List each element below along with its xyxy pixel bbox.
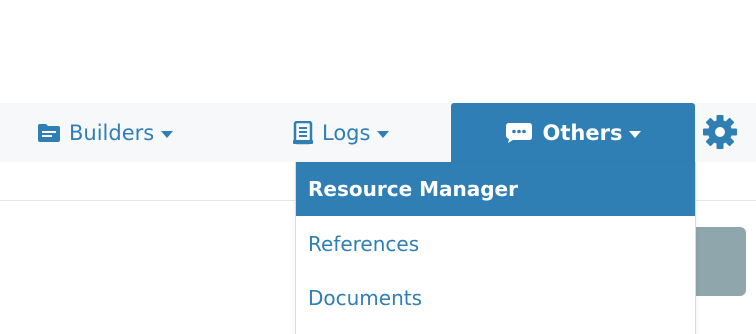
chevron-down-icon [161, 130, 174, 138]
nav-others-label: Others [542, 120, 623, 145]
page: Builders Logs Others Resource Manager Re… [0, 0, 756, 334]
document-icon [37, 123, 61, 143]
chevron-down-icon [377, 130, 390, 138]
menu-item-resource-manager[interactable]: Resource Manager [296, 162, 695, 216]
menu-item-label: Resource Manager [308, 177, 518, 201]
menu-item-documents[interactable]: Documents [296, 271, 695, 325]
others-dropdown-menu: Resource Manager References Documents [295, 162, 696, 334]
comment-dots-icon [505, 122, 533, 144]
background-button [690, 227, 746, 296]
top-navbar: Builders Logs Others [0, 103, 756, 162]
scroll-icon [292, 120, 314, 145]
nav-logs[interactable]: Logs [292, 103, 390, 162]
menu-item-label: References [308, 232, 420, 256]
nav-others[interactable]: Others [451, 103, 695, 162]
settings-button[interactable] [702, 114, 738, 150]
nav-logs-label: Logs [322, 120, 371, 145]
menu-item-label: Documents [308, 286, 423, 310]
gear-icon [702, 114, 738, 150]
menu-item-references[interactable]: References [296, 217, 695, 271]
nav-builders-label: Builders [69, 120, 155, 145]
nav-builders[interactable]: Builders [37, 103, 174, 162]
chevron-down-icon [629, 130, 642, 138]
